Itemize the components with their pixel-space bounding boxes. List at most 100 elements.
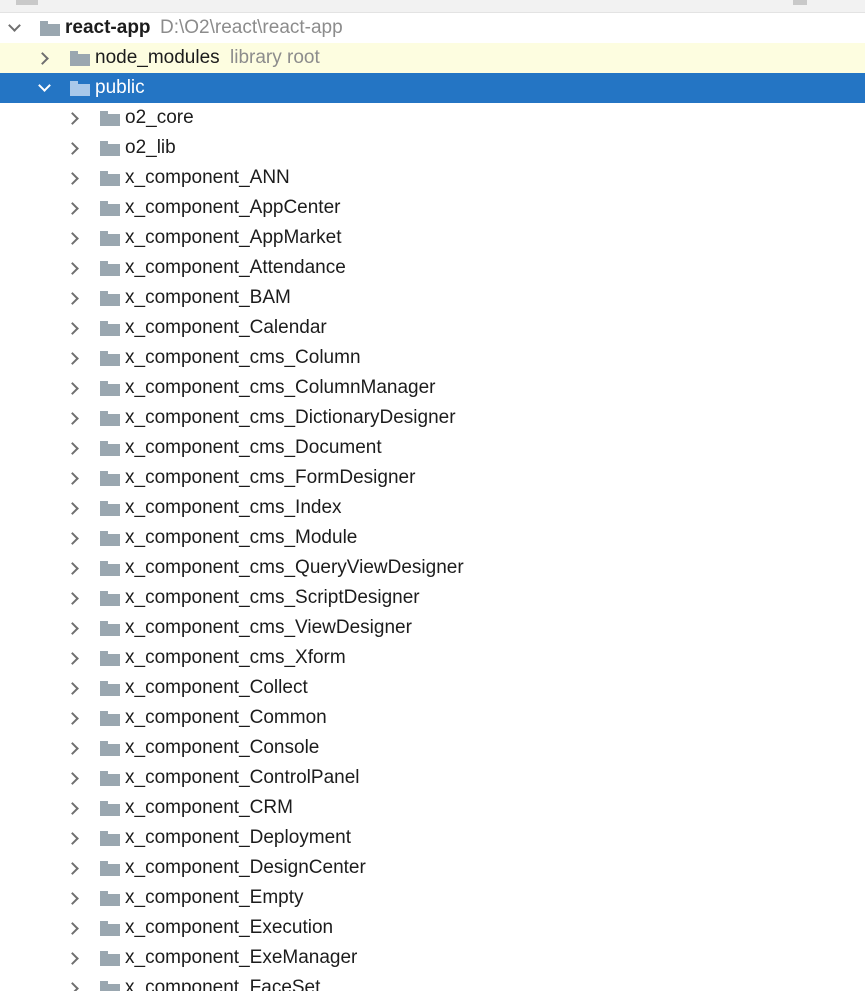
chevron-right-icon[interactable] [66, 262, 79, 275]
folder-icon [100, 741, 120, 756]
folder-name: x_component_cms_Xform [125, 647, 346, 668]
chevron-right-icon[interactable] [66, 532, 79, 545]
chevron-right-icon[interactable] [66, 982, 79, 991]
tree-row-folder[interactable]: x_component_Empty [0, 883, 865, 913]
folder-name: x_component_Console [125, 737, 320, 758]
chevron-right-icon[interactable] [66, 562, 79, 575]
tree-row-folder[interactable]: x_component_cms_Xform [0, 643, 865, 673]
tree-row-folder[interactable]: x_component_Attendance [0, 253, 865, 283]
folder-name: o2_core [125, 107, 194, 128]
folder-icon [100, 951, 120, 966]
chevron-right-icon[interactable] [66, 952, 79, 965]
folder-icon [100, 321, 120, 336]
folder-icon [100, 141, 120, 156]
tree-row-root[interactable]: react-app D:\O2\react\react-app [0, 13, 865, 43]
tree-row-folder[interactable]: x_component_cms_QueryViewDesigner [0, 553, 865, 583]
node-modules-name: node_modules [95, 47, 220, 68]
chevron-right-icon[interactable] [36, 52, 49, 65]
root-folder-name: react-app [65, 17, 151, 38]
folder-name: x_component_cms_ColumnManager [125, 377, 436, 398]
chevron-right-icon[interactable] [66, 142, 79, 155]
chevron-right-icon[interactable] [66, 652, 79, 665]
folder-icon [100, 441, 120, 456]
tree-row-folder[interactable]: x_component_cms_FormDesigner [0, 463, 865, 493]
folder-icon [100, 981, 120, 991]
folder-icon [100, 531, 120, 546]
chevron-right-icon[interactable] [66, 922, 79, 935]
chevron-right-icon[interactable] [66, 502, 79, 515]
chevron-right-icon[interactable] [66, 682, 79, 695]
folder-icon [100, 351, 120, 366]
folder-name: x_component_Common [125, 707, 327, 728]
folder-name: x_component_cms_Index [125, 497, 342, 518]
tree-row-folder[interactable]: x_component_cms_ViewDesigner [0, 613, 865, 643]
tree-row-folder[interactable]: x_component_BAM [0, 283, 865, 313]
tree-row-folder[interactable]: x_component_cms_Document [0, 433, 865, 463]
chevron-right-icon[interactable] [66, 202, 79, 215]
folder-icon [100, 201, 120, 216]
folder-icon [100, 231, 120, 246]
folder-icon [100, 471, 120, 486]
chevron-right-icon[interactable] [66, 442, 79, 455]
tree-row-folder[interactable]: x_component_CRM [0, 793, 865, 823]
folder-icon [70, 81, 90, 96]
tree-row-folder[interactable]: x_component_Common [0, 703, 865, 733]
tree-row-folder[interactable]: x_component_cms_ColumnManager [0, 373, 865, 403]
folder-name: x_component_cms_DictionaryDesigner [125, 407, 456, 428]
chevron-right-icon[interactable] [66, 622, 79, 635]
chevron-right-icon[interactable] [66, 232, 79, 245]
folder-icon [100, 621, 120, 636]
tree-row-folder[interactable]: x_component_Deployment [0, 823, 865, 853]
chevron-right-icon[interactable] [66, 592, 79, 605]
folder-name: x_component_CRM [125, 797, 293, 818]
tree-row-folder[interactable]: x_component_cms_Column [0, 343, 865, 373]
chevron-down-icon[interactable] [38, 79, 51, 92]
chevron-right-icon[interactable] [66, 352, 79, 365]
chevron-right-icon[interactable] [66, 742, 79, 755]
chevron-right-icon[interactable] [66, 382, 79, 395]
tree-row-folder[interactable]: x_component_ControlPanel [0, 763, 865, 793]
chevron-right-icon[interactable] [66, 772, 79, 785]
tree-row-folder[interactable]: o2_lib [0, 133, 865, 163]
folder-name: x_component_ANN [125, 167, 290, 188]
tree-row-folder[interactable]: x_component_FaceSet [0, 973, 865, 991]
tree-row-folder[interactable]: x_component_cms_Index [0, 493, 865, 523]
tree-row-public[interactable]: public [0, 73, 865, 103]
root-folder-path: D:\O2\react\react-app [160, 17, 343, 38]
chevron-right-icon[interactable] [66, 412, 79, 425]
tree-row-node-modules[interactable]: node_modules library root [0, 43, 865, 73]
tree-row-folder[interactable]: x_component_AppMarket [0, 223, 865, 253]
tool-window-header [0, 0, 865, 13]
chevron-right-icon[interactable] [66, 712, 79, 725]
folder-name: x_component_AppCenter [125, 197, 341, 218]
folder-icon [100, 831, 120, 846]
chevron-right-icon[interactable] [66, 802, 79, 815]
folder-icon [40, 21, 60, 36]
header-gear-icon[interactable] [793, 0, 807, 5]
tree-row-folder[interactable]: x_component_Collect [0, 673, 865, 703]
tree-row-folder[interactable]: x_component_Execution [0, 913, 865, 943]
chevron-right-icon[interactable] [66, 472, 79, 485]
header-icon[interactable] [16, 0, 38, 5]
tree-row-folder[interactable]: x_component_Console [0, 733, 865, 763]
folder-name: x_component_ExeManager [125, 947, 358, 968]
tree-row-folder[interactable]: x_component_ANN [0, 163, 865, 193]
chevron-down-icon[interactable] [8, 19, 21, 32]
folder-icon [100, 711, 120, 726]
tree-row-folder[interactable]: x_component_DesignCenter [0, 853, 865, 883]
chevron-right-icon[interactable] [66, 832, 79, 845]
chevron-right-icon[interactable] [66, 172, 79, 185]
tree-row-folder[interactable]: x_component_cms_Module [0, 523, 865, 553]
chevron-right-icon[interactable] [66, 292, 79, 305]
tree-row-folder[interactable]: x_component_cms_ScriptDesigner [0, 583, 865, 613]
chevron-right-icon[interactable] [66, 862, 79, 875]
tree-row-folder[interactable]: x_component_ExeManager [0, 943, 865, 973]
tree-row-folder[interactable]: x_component_cms_DictionaryDesigner [0, 403, 865, 433]
chevron-right-icon[interactable] [66, 112, 79, 125]
tree-row-folder[interactable]: x_component_Calendar [0, 313, 865, 343]
tree-row-folder[interactable]: x_component_AppCenter [0, 193, 865, 223]
chevron-right-icon[interactable] [66, 892, 79, 905]
chevron-right-icon[interactable] [66, 322, 79, 335]
folder-name: x_component_cms_Module [125, 527, 358, 548]
tree-row-folder[interactable]: o2_core [0, 103, 865, 133]
